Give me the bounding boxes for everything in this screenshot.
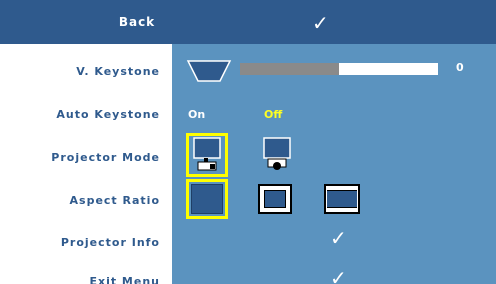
aspect-4-3-icon[interactable]	[258, 184, 292, 214]
back-row[interactable]: Back ✓	[0, 0, 496, 44]
keystone-slider[interactable]	[240, 63, 438, 75]
back-label[interactable]: Back	[102, 0, 172, 44]
exit-menu-check-icon[interactable]: ✓	[330, 266, 347, 284]
keystone-slider-fill	[240, 63, 339, 75]
auto-keystone-off-option[interactable]: Off	[264, 108, 282, 121]
exit-menu-label[interactable]: Exit Menu	[0, 275, 160, 284]
keystone-value: 0	[456, 61, 464, 74]
aspect-wide-inner	[327, 190, 357, 208]
front-projection-icon[interactable]	[190, 136, 224, 174]
aspect-ratio-label[interactable]: Aspect Ratio	[0, 194, 160, 207]
auto-keystone-label[interactable]: Auto Keystone	[0, 108, 160, 121]
aspect-original-icon[interactable]	[191, 184, 223, 214]
projector-osd-menu: Back ✓ V. Keystone Auto Keystone Project…	[0, 0, 496, 284]
keystone-trapezoid-icon	[186, 60, 232, 82]
auto-keystone-on-option[interactable]: On	[188, 108, 205, 121]
aspect-4-3-inner	[264, 190, 286, 208]
back-check-icon[interactable]: ✓	[312, 0, 329, 44]
v-keystone-label[interactable]: V. Keystone	[0, 65, 160, 78]
projector-info-label[interactable]: Projector Info	[0, 236, 160, 249]
projector-info-check-icon[interactable]: ✓	[330, 226, 347, 250]
projector-mode-label[interactable]: Projector Mode	[0, 151, 160, 164]
ceiling-projection-icon[interactable]	[260, 136, 294, 174]
aspect-wide-icon[interactable]	[324, 184, 360, 214]
